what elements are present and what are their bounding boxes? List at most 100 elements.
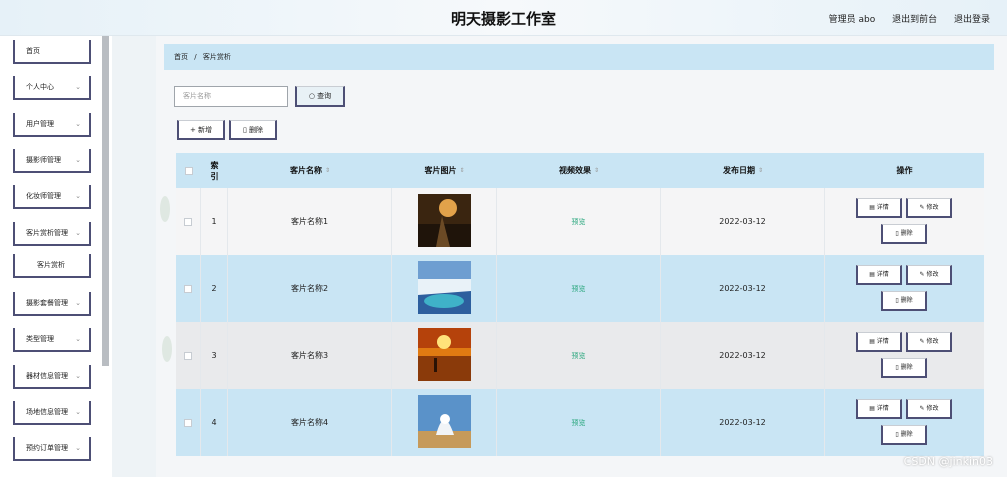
sidebar-scrollbar[interactable] — [102, 36, 109, 366]
sidebar-item-label: 个人中心 — [26, 83, 54, 91]
cell-ops: ▤ 详情 ✎ 修改 ▯ 删除 — [825, 188, 984, 255]
delete-button[interactable]: ▯ 删除 — [881, 425, 927, 445]
table-row: 1 客片名称1 预览 2022-03-12 ▤ 详情 ✎ 修改 ▯ 删除 — [176, 188, 984, 255]
cell-select — [176, 322, 201, 389]
header-select-all — [176, 153, 201, 188]
row-checkbox[interactable] — [184, 217, 192, 226]
chevron-down-icon: ⌄ — [75, 408, 81, 416]
search-input[interactable]: 客片名称 — [174, 86, 288, 107]
row-checkbox[interactable] — [184, 284, 192, 293]
detail-button[interactable]: ▤ 详情 — [856, 198, 902, 218]
data-table: 索引 客片名称 ⇕ 客片图片 ⇕ 视频效果 ⇕ 发布日期 ⇕ 操作 1 客片名称1 预览 20… — [176, 153, 984, 477]
plus-icon: + — [189, 126, 196, 134]
row-checkbox[interactable] — [184, 418, 192, 427]
cell-name: 客片名称2 — [228, 255, 392, 322]
cell-select — [176, 389, 201, 456]
edit-button[interactable]: ✎ 修改 — [906, 265, 952, 285]
detail-button-label: 详情 — [876, 338, 889, 345]
watermark: CSDN @jinkin03 — [903, 455, 993, 468]
thumbnail-image[interactable] — [417, 194, 471, 249]
edit-button[interactable]: ✎ 修改 — [906, 198, 952, 218]
delete-button-label: 删除 — [900, 297, 913, 304]
cell-index: 4 — [201, 389, 228, 456]
sidebar-item-label: 化妆师管理 — [26, 192, 61, 200]
edit-button[interactable]: ✎ 修改 — [906, 332, 952, 352]
cell-video: 预览 — [497, 255, 661, 322]
cell-select — [176, 255, 201, 322]
cell-name: 客片名称3 — [228, 322, 392, 389]
sidebar-item[interactable]: 个人中心 ⌄ — [13, 76, 91, 100]
document-icon: ▤ — [869, 338, 877, 345]
row-actions: ▤ 详情 ✎ 修改 ▯ 删除 — [825, 389, 984, 456]
sidebar-item[interactable]: 类型管理 ⌄ — [13, 328, 91, 352]
leaf-decoration — [162, 336, 172, 362]
detail-button[interactable]: ▤ 详情 — [856, 332, 902, 352]
cell-ops: ▤ 详情 ✎ 修改 ▯ 删除 — [825, 255, 984, 322]
exit-front-link[interactable]: 退出到前台 — [892, 15, 937, 25]
cell-ops: ▤ 详情 ✎ 修改 ▯ 删除 — [825, 322, 984, 389]
breadcrumb-current: 客片赏析 — [202, 53, 231, 61]
edit-button[interactable]: ✎ 修改 — [906, 399, 952, 419]
logout-link[interactable]: 退出登录 — [954, 15, 990, 25]
edit-button-label: 修改 — [926, 204, 939, 211]
sidebar-item[interactable]: 首页 — [13, 40, 91, 64]
detail-button[interactable]: ▤ 详情 — [856, 265, 902, 285]
preview-link[interactable]: 预览 — [572, 351, 586, 361]
sidebar-item[interactable]: 器材信息管理 ⌄ — [13, 365, 91, 389]
cell-index: 3 — [201, 322, 228, 389]
cell-video: 预览 — [497, 389, 661, 456]
sidebar-item-label: 器材信息管理 — [26, 372, 68, 380]
delete-button[interactable]: ▯ 删除 — [881, 358, 927, 378]
chevron-down-icon: ⌄ — [75, 444, 81, 452]
column-header-video[interactable]: 视频效果 ⇕ — [497, 153, 661, 188]
sidebar-item[interactable]: 客片赏析管理 ⌄ — [13, 222, 91, 246]
sidebar-item-label: 客片赏析管理 — [26, 229, 68, 237]
preview-link[interactable]: 预览 — [572, 217, 586, 227]
chevron-down-icon: ⌄ — [75, 120, 81, 128]
sidebar-item[interactable]: 化妆师管理 ⌄ — [13, 185, 91, 209]
thumbnail-image[interactable] — [417, 328, 471, 383]
chevron-down-icon: ⌄ — [75, 156, 81, 164]
sidebar-item[interactable]: 场地信息管理 ⌄ — [13, 401, 91, 425]
bulk-delete-button[interactable]: ▯ 删除 — [229, 120, 277, 140]
detail-button[interactable]: ▤ 详情 — [856, 399, 902, 419]
sidebar-item[interactable]: 摄影套餐管理 ⌄ — [13, 292, 91, 316]
row-checkbox[interactable] — [184, 351, 192, 360]
delete-button-label: 删除 — [249, 126, 264, 134]
detail-button-label: 详情 — [876, 405, 889, 412]
preview-link[interactable]: 预览 — [572, 284, 586, 294]
column-header-ops: 操作 — [896, 166, 913, 175]
chevron-down-icon: ⌄ — [75, 192, 81, 200]
preview-link[interactable]: 预览 — [572, 418, 586, 428]
cell-image — [392, 188, 497, 255]
sidebar-item-label: 摄影师管理 — [26, 156, 61, 164]
document-icon: ▤ — [869, 271, 877, 278]
sidebar-item[interactable]: 用户管理 ⌄ — [13, 113, 91, 137]
thumbnail-image[interactable] — [417, 395, 471, 450]
cell-ops: ▤ 详情 ✎ 修改 ▯ 删除 — [825, 389, 984, 456]
breadcrumb-home[interactable]: 首页 — [174, 53, 188, 61]
delete-button-label: 删除 — [900, 230, 913, 237]
cell-date: 2022-03-12 — [661, 188, 825, 255]
breadcrumb-separator: / — [194, 53, 197, 61]
column-header-name[interactable]: 客片名称 ⇕ — [228, 153, 392, 188]
column-header-date[interactable]: 发布日期 ⇕ — [661, 153, 825, 188]
sidebar-item[interactable]: 摄影师管理 ⌄ — [13, 149, 91, 173]
sidebar-item[interactable]: 客片赏析 — [13, 254, 91, 278]
delete-button[interactable]: ▯ 删除 — [881, 291, 927, 311]
thumbnail-image[interactable] — [417, 261, 471, 316]
search-button[interactable]: ○ 查询 — [295, 86, 345, 107]
cell-select — [176, 188, 201, 255]
cell-index: 1 — [201, 188, 228, 255]
sidebar-item[interactable]: 预约订单管理 ⌄ — [13, 437, 91, 461]
select-all-checkbox[interactable] — [184, 166, 193, 175]
cell-name: 客片名称1 — [228, 188, 392, 255]
sort-icon: ⇕ — [459, 167, 465, 174]
cell-date: 2022-03-12 — [661, 389, 825, 456]
row-actions: ▤ 详情 ✎ 修改 ▯ 删除 — [825, 188, 984, 255]
delete-button[interactable]: ▯ 删除 — [881, 224, 927, 244]
cell-index: 2 — [201, 255, 228, 322]
column-header-image[interactable]: 客片图片 ⇕ — [392, 153, 497, 188]
cell-video: 预览 — [497, 188, 661, 255]
add-button[interactable]: + 新增 — [177, 120, 225, 140]
